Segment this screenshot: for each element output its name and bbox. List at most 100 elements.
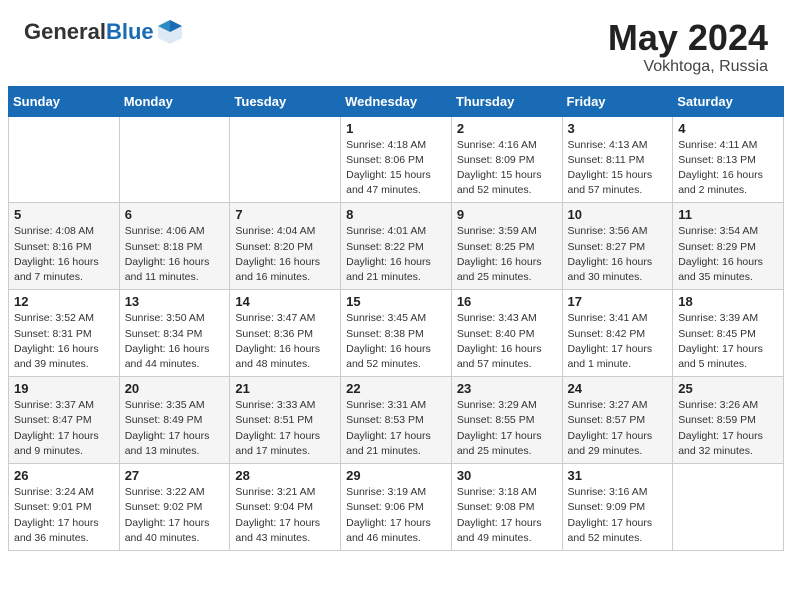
- calendar-cell: [119, 116, 230, 203]
- calendar-header-row: SundayMondayTuesdayWednesdayThursdayFrid…: [9, 86, 784, 116]
- day-number: 5: [14, 207, 114, 222]
- calendar-container: SundayMondayTuesdayWednesdayThursdayFrid…: [0, 86, 792, 559]
- day-info: Sunrise: 3:37 AM Sunset: 8:47 PM Dayligh…: [14, 398, 114, 459]
- logo-general-text: General: [24, 19, 106, 44]
- day-number: 4: [678, 121, 778, 136]
- day-number: 31: [568, 468, 668, 483]
- day-number: 11: [678, 207, 778, 222]
- title-month: May 2024: [608, 18, 768, 58]
- calendar-cell: 1Sunrise: 4:18 AM Sunset: 8:06 PM Daylig…: [341, 116, 452, 203]
- day-info: Sunrise: 3:41 AM Sunset: 8:42 PM Dayligh…: [568, 311, 668, 372]
- calendar-week-row: 12 Sunrise: 3:52 AM Sunset: 8:31 PM Dayli…: [9, 290, 784, 377]
- day-info: Sunrise: 3:22 AM Sunset: 9:02 PM Dayligh…: [125, 485, 225, 546]
- calendar-cell: 8Sunrise: 4:01 AM Sunset: 8:22 PM Daylig…: [341, 203, 452, 290]
- day-number: 23: [457, 381, 557, 396]
- day-number: 14: [235, 294, 335, 309]
- calendar-cell: 19 Sunrise: 3:37 AM Sunset: 8:47 PM Dayli…: [9, 377, 120, 464]
- day-of-week-header: Thursday: [451, 86, 562, 116]
- day-info: Sunrise: 3:18 AM Sunset: 9:08 PM Dayligh…: [457, 485, 557, 546]
- day-info: Sunrise: 3:29 AM Sunset: 8:55 PM Dayligh…: [457, 398, 557, 459]
- day-number: 25: [678, 381, 778, 396]
- day-number: 12: [14, 294, 114, 309]
- calendar-cell: 27 Sunrise: 3:22 AM Sunset: 9:02 PM Dayli…: [119, 464, 230, 551]
- day-number: 19: [14, 381, 114, 396]
- day-info: Sunrise: 3:33 AM Sunset: 8:51 PM Dayligh…: [235, 398, 335, 459]
- calendar-cell: 15Sunrise: 3:45 AM Sunset: 8:38 PM Dayli…: [341, 290, 452, 377]
- calendar-week-row: 1Sunrise: 4:18 AM Sunset: 8:06 PM Daylig…: [9, 116, 784, 203]
- day-info: Sunrise: 3:47 AM Sunset: 8:36 PM Dayligh…: [235, 311, 335, 372]
- day-of-week-header: Tuesday: [230, 86, 341, 116]
- day-info: Sunrise: 4:06 AM Sunset: 8:18 PM Dayligh…: [125, 224, 225, 285]
- day-number: 2: [457, 121, 557, 136]
- calendar-table: SundayMondayTuesdayWednesdayThursdayFrid…: [8, 86, 784, 551]
- calendar-cell: 2 Sunrise: 4:16 AM Sunset: 8:09 PM Daylig…: [451, 116, 562, 203]
- day-info: Sunrise: 3:39 AM Sunset: 8:45 PM Dayligh…: [678, 311, 778, 372]
- calendar-cell: [230, 116, 341, 203]
- calendar-cell: 5 Sunrise: 4:08 AM Sunset: 8:16 PM Daylig…: [9, 203, 120, 290]
- calendar-cell: 3Sunrise: 4:13 AM Sunset: 8:11 PM Daylig…: [562, 116, 673, 203]
- calendar-cell: 11Sunrise: 3:54 AM Sunset: 8:29 PM Dayli…: [673, 203, 784, 290]
- day-number: 30: [457, 468, 557, 483]
- day-number: 24: [568, 381, 668, 396]
- calendar-cell: [9, 116, 120, 203]
- calendar-cell: 7 Sunrise: 4:04 AM Sunset: 8:20 PM Daylig…: [230, 203, 341, 290]
- day-of-week-header: Sunday: [9, 86, 120, 116]
- day-number: 21: [235, 381, 335, 396]
- calendar-cell: 16 Sunrise: 3:43 AM Sunset: 8:40 PM Dayli…: [451, 290, 562, 377]
- calendar-cell: 20 Sunrise: 3:35 AM Sunset: 8:49 PM Dayli…: [119, 377, 230, 464]
- calendar-cell: 22Sunrise: 3:31 AM Sunset: 8:53 PM Dayli…: [341, 377, 452, 464]
- calendar-cell: 29 Sunrise: 3:19 AM Sunset: 9:06 PM Dayli…: [341, 464, 452, 551]
- day-number: 13: [125, 294, 225, 309]
- day-info: Sunrise: 3:43 AM Sunset: 8:40 PM Dayligh…: [457, 311, 557, 372]
- day-info: Sunrise: 3:56 AM Sunset: 8:27 PM Dayligh…: [568, 224, 668, 285]
- day-number: 17: [568, 294, 668, 309]
- day-info: Sunrise: 3:52 AM Sunset: 8:31 PM Dayligh…: [14, 311, 114, 372]
- day-info: Sunrise: 3:21 AM Sunset: 9:04 PM Dayligh…: [235, 485, 335, 546]
- calendar-cell: 30 Sunrise: 3:18 AM Sunset: 9:08 PM Dayli…: [451, 464, 562, 551]
- calendar-cell: 6 Sunrise: 4:06 AM Sunset: 8:18 PM Daylig…: [119, 203, 230, 290]
- day-number: 16: [457, 294, 557, 309]
- calendar-cell: 17 Sunrise: 3:41 AM Sunset: 8:42 PM Dayli…: [562, 290, 673, 377]
- day-number: 28: [235, 468, 335, 483]
- calendar-cell: 25 Sunrise: 3:26 AM Sunset: 8:59 PM Dayli…: [673, 377, 784, 464]
- day-number: 29: [346, 468, 446, 483]
- day-info: Sunrise: 3:27 AM Sunset: 8:57 PM Dayligh…: [568, 398, 668, 459]
- calendar-cell: 12 Sunrise: 3:52 AM Sunset: 8:31 PM Dayli…: [9, 290, 120, 377]
- day-info: Sunrise: 4:16 AM Sunset: 8:09 PM Dayligh…: [457, 138, 557, 199]
- day-number: 27: [125, 468, 225, 483]
- day-info: Sunrise: 3:59 AM Sunset: 8:25 PM Dayligh…: [457, 224, 557, 285]
- day-number: 18: [678, 294, 778, 309]
- day-info: Sunrise: 3:26 AM Sunset: 8:59 PM Dayligh…: [678, 398, 778, 459]
- day-number: 3: [568, 121, 668, 136]
- header: GeneralBlue May 2024 Vokhtoga, Russia: [0, 0, 792, 86]
- calendar-cell: [673, 464, 784, 551]
- calendar-cell: 26 Sunrise: 3:24 AM Sunset: 9:01 PM Dayli…: [9, 464, 120, 551]
- day-info: Sunrise: 4:08 AM Sunset: 8:16 PM Dayligh…: [14, 224, 114, 285]
- day-number: 6: [125, 207, 225, 222]
- day-number: 26: [14, 468, 114, 483]
- day-info: Sunrise: 4:18 AM Sunset: 8:06 PM Dayligh…: [346, 138, 446, 199]
- calendar-cell: 28 Sunrise: 3:21 AM Sunset: 9:04 PM Dayli…: [230, 464, 341, 551]
- day-number: 7: [235, 207, 335, 222]
- calendar-cell: 18 Sunrise: 3:39 AM Sunset: 8:45 PM Dayli…: [673, 290, 784, 377]
- title-block: May 2024 Vokhtoga, Russia: [608, 18, 768, 76]
- day-info: Sunrise: 3:24 AM Sunset: 9:01 PM Dayligh…: [14, 485, 114, 546]
- calendar-cell: 24 Sunrise: 3:27 AM Sunset: 8:57 PM Dayli…: [562, 377, 673, 464]
- day-info: Sunrise: 3:31 AM Sunset: 8:53 PM Dayligh…: [346, 398, 446, 459]
- day-number: 9: [457, 207, 557, 222]
- day-info: Sunrise: 3:35 AM Sunset: 8:49 PM Dayligh…: [125, 398, 225, 459]
- day-info: Sunrise: 3:19 AM Sunset: 9:06 PM Dayligh…: [346, 485, 446, 546]
- day-info: Sunrise: 3:50 AM Sunset: 8:34 PM Dayligh…: [125, 311, 225, 372]
- day-number: 20: [125, 381, 225, 396]
- title-location: Vokhtoga, Russia: [608, 58, 768, 76]
- day-of-week-header: Monday: [119, 86, 230, 116]
- calendar-week-row: 5 Sunrise: 4:08 AM Sunset: 8:16 PM Daylig…: [9, 203, 784, 290]
- day-info: Sunrise: 4:04 AM Sunset: 8:20 PM Dayligh…: [235, 224, 335, 285]
- calendar-cell: 10Sunrise: 3:56 AM Sunset: 8:27 PM Dayli…: [562, 203, 673, 290]
- day-of-week-header: Friday: [562, 86, 673, 116]
- calendar-cell: 23 Sunrise: 3:29 AM Sunset: 8:55 PM Dayli…: [451, 377, 562, 464]
- day-number: 8: [346, 207, 446, 222]
- calendar-week-row: 19 Sunrise: 3:37 AM Sunset: 8:47 PM Dayli…: [9, 377, 784, 464]
- day-info: Sunrise: 3:45 AM Sunset: 8:38 PM Dayligh…: [346, 311, 446, 372]
- day-info: Sunrise: 3:16 AM Sunset: 9:09 PM Dayligh…: [568, 485, 668, 546]
